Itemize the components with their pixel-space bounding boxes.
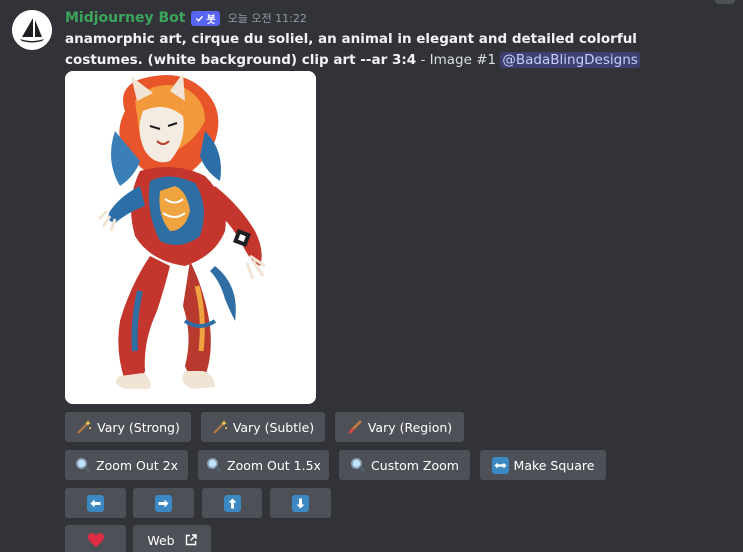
generated-image[interactable] (65, 71, 316, 404)
web-link-button[interactable]: Web (133, 525, 211, 552)
bot-tag-label: 봇 (206, 14, 216, 26)
vary-strong-button[interactable]: Vary (Strong) (65, 412, 191, 442)
zoom-out-1-5x-button[interactable]: Zoom Out 1.5x (198, 450, 329, 480)
left-right-arrow-icon (491, 456, 509, 474)
zoom-out-1-5x-label: Zoom Out 1.5x (227, 457, 321, 473)
make-square-button[interactable]: Make Square (480, 450, 606, 480)
magnifying-glass-icon (75, 457, 91, 473)
pan-right-button[interactable] (133, 488, 194, 518)
arrow-right-icon (155, 494, 172, 512)
magic-wand-icon (212, 419, 228, 435)
vary-region-label: Vary (Region) (367, 419, 453, 435)
zoom-out-2x-label: Zoom Out 2x (96, 457, 178, 473)
image-number-text: - Image #1 (416, 52, 501, 68)
paintbrush-icon (347, 419, 363, 435)
vary-subtle-button[interactable]: Vary (Subtle) (201, 412, 325, 442)
pan-left-button[interactable] (65, 488, 126, 518)
arrow-down-icon (292, 494, 309, 512)
vary-region-button[interactable]: Vary (Region) (335, 412, 464, 442)
custom-zoom-label: Custom Zoom (371, 457, 459, 473)
arrow-up-icon (223, 494, 241, 512)
sailboat-logo-icon (12, 10, 52, 50)
pan-down-button[interactable] (270, 488, 331, 518)
magnifying-glass-icon (206, 457, 222, 473)
vary-strong-label: Vary (Strong) (97, 419, 180, 435)
custom-zoom-button[interactable]: Custom Zoom (339, 450, 470, 480)
arrow-left-icon (87, 494, 104, 512)
make-square-label: Make Square (513, 457, 595, 473)
zoom-out-2x-button[interactable]: Zoom Out 2x (65, 450, 188, 480)
message-header: Midjourney Bot 봇 오늘 오전 11:22 (65, 8, 307, 28)
user-mention[interactable]: @BadaBlingDesigns (500, 52, 640, 68)
avatar[interactable] (12, 10, 52, 50)
external-link-icon (185, 534, 197, 546)
heart-icon (87, 532, 105, 548)
favorite-button[interactable] (65, 525, 126, 552)
cirque-creature-illustration (65, 71, 316, 404)
message-options-button[interactable] (715, 0, 735, 4)
magic-wand-icon (76, 419, 92, 435)
pan-up-button[interactable] (202, 488, 262, 518)
checkmark-icon (196, 15, 204, 22)
discord-message-view: Midjourney Bot 봇 오늘 오전 11:22 anamorphic … (0, 0, 743, 552)
bot-tag: 봇 (191, 10, 220, 26)
magnifying-glass-icon (350, 457, 366, 473)
username[interactable]: Midjourney Bot (65, 10, 185, 26)
vary-subtle-label: Vary (Subtle) (232, 419, 315, 435)
web-label: Web (147, 532, 175, 548)
message-content: anamorphic art, cirque du soliel, an ani… (65, 29, 705, 71)
timestamp: 오늘 오전 11:22 (227, 12, 307, 25)
